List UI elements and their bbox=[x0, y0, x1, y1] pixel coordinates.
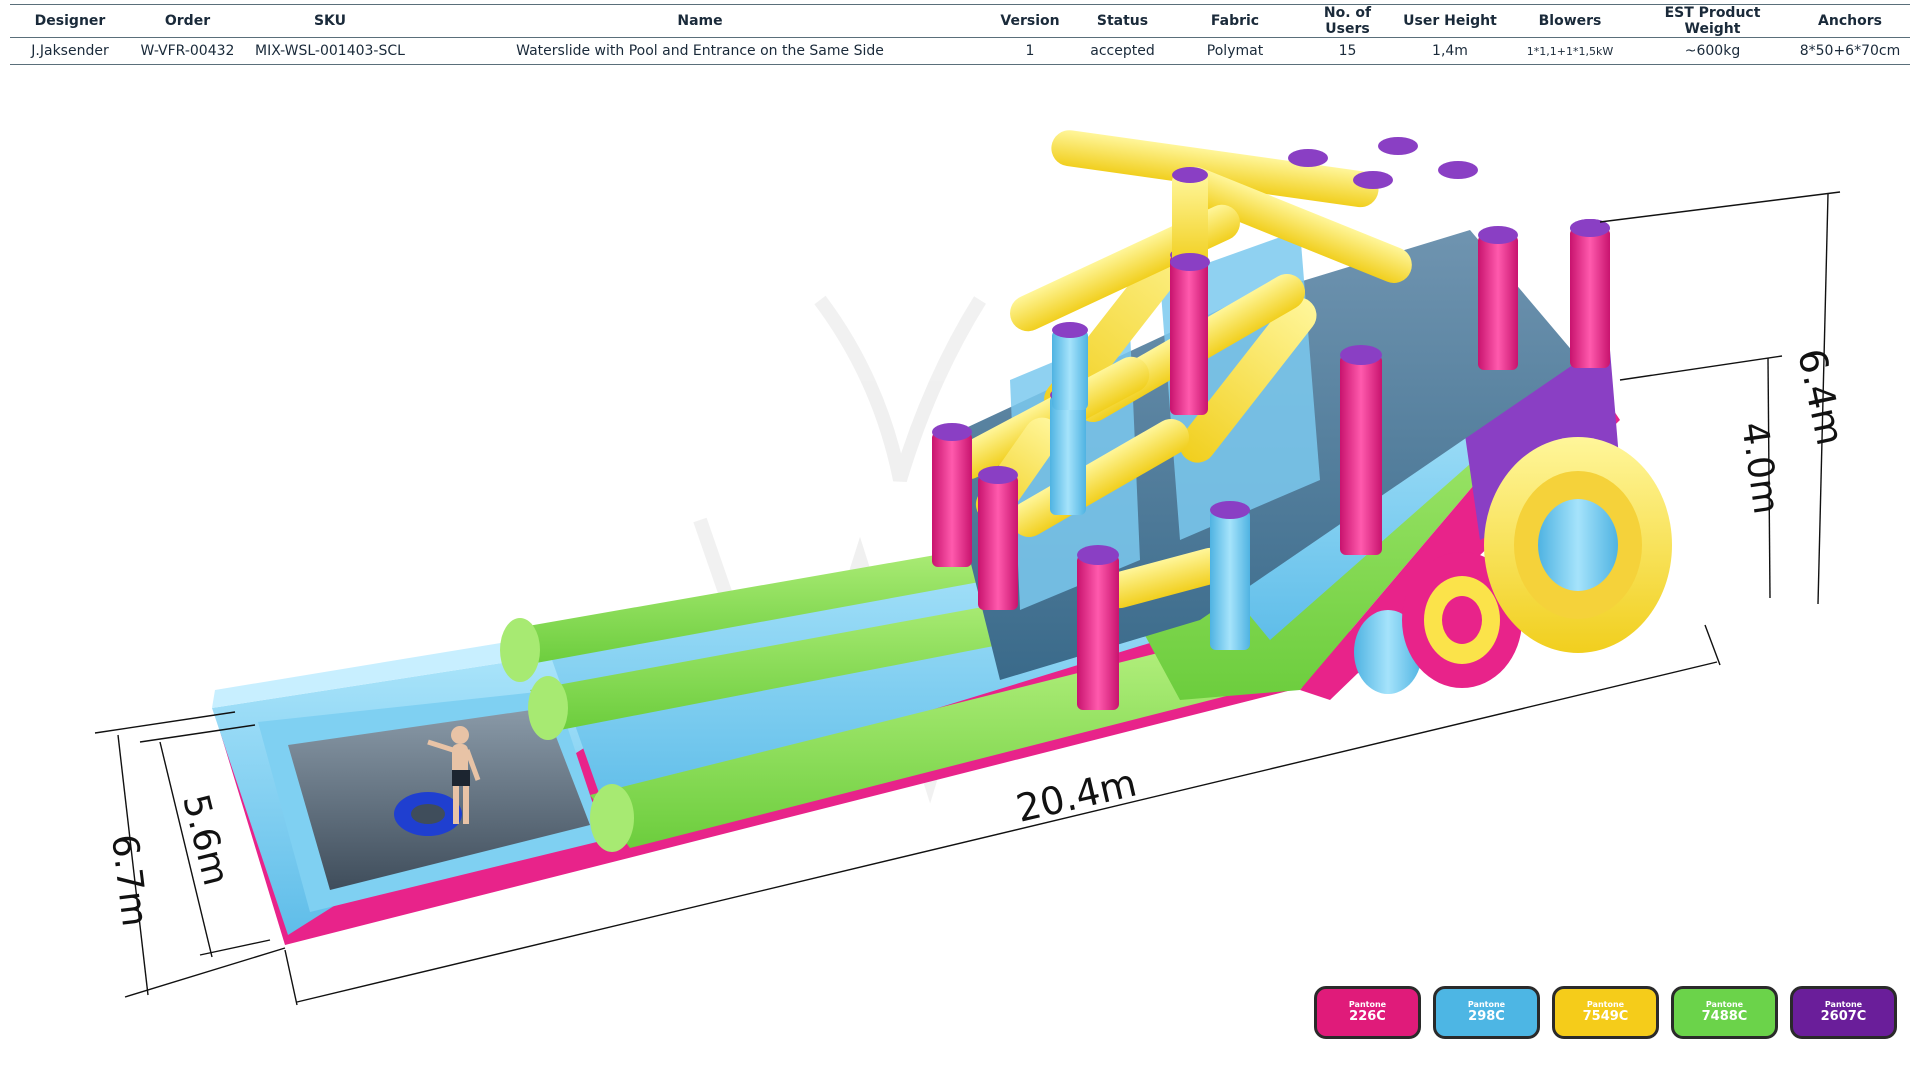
pantone-swatches: Pantone 226C Pantone 298C Pantone 7549C … bbox=[1314, 986, 1897, 1039]
dim-total-width-label: 6.7m bbox=[103, 832, 155, 929]
dim-length-label: 20.4m bbox=[1012, 761, 1140, 831]
pantone-swatch-298c: Pantone 298C bbox=[1433, 986, 1540, 1039]
pantone-code: 298C bbox=[1468, 1008, 1505, 1024]
dim-platform-height-label: 4.0m bbox=[1733, 420, 1786, 517]
pantone-code: 2607C bbox=[1820, 1008, 1867, 1024]
product-render: 6.7m 5.6m 20.4m 6.4m 4.0m bbox=[94, 130, 1852, 1006]
dim-total-height-label: 6.4m bbox=[1789, 345, 1852, 449]
pantone-swatch-226c: Pantone 226C bbox=[1314, 986, 1421, 1039]
pantone-code: 7549C bbox=[1582, 1008, 1629, 1024]
pantone-swatch-7549c: Pantone 7549C bbox=[1552, 986, 1659, 1039]
pantone-code: 226C bbox=[1349, 1008, 1386, 1024]
pantone-swatch-7488c: Pantone 7488C bbox=[1671, 986, 1778, 1039]
pantone-swatch-2607c: Pantone 2607C bbox=[1790, 986, 1897, 1039]
pantone-code: 7488C bbox=[1701, 1008, 1748, 1024]
